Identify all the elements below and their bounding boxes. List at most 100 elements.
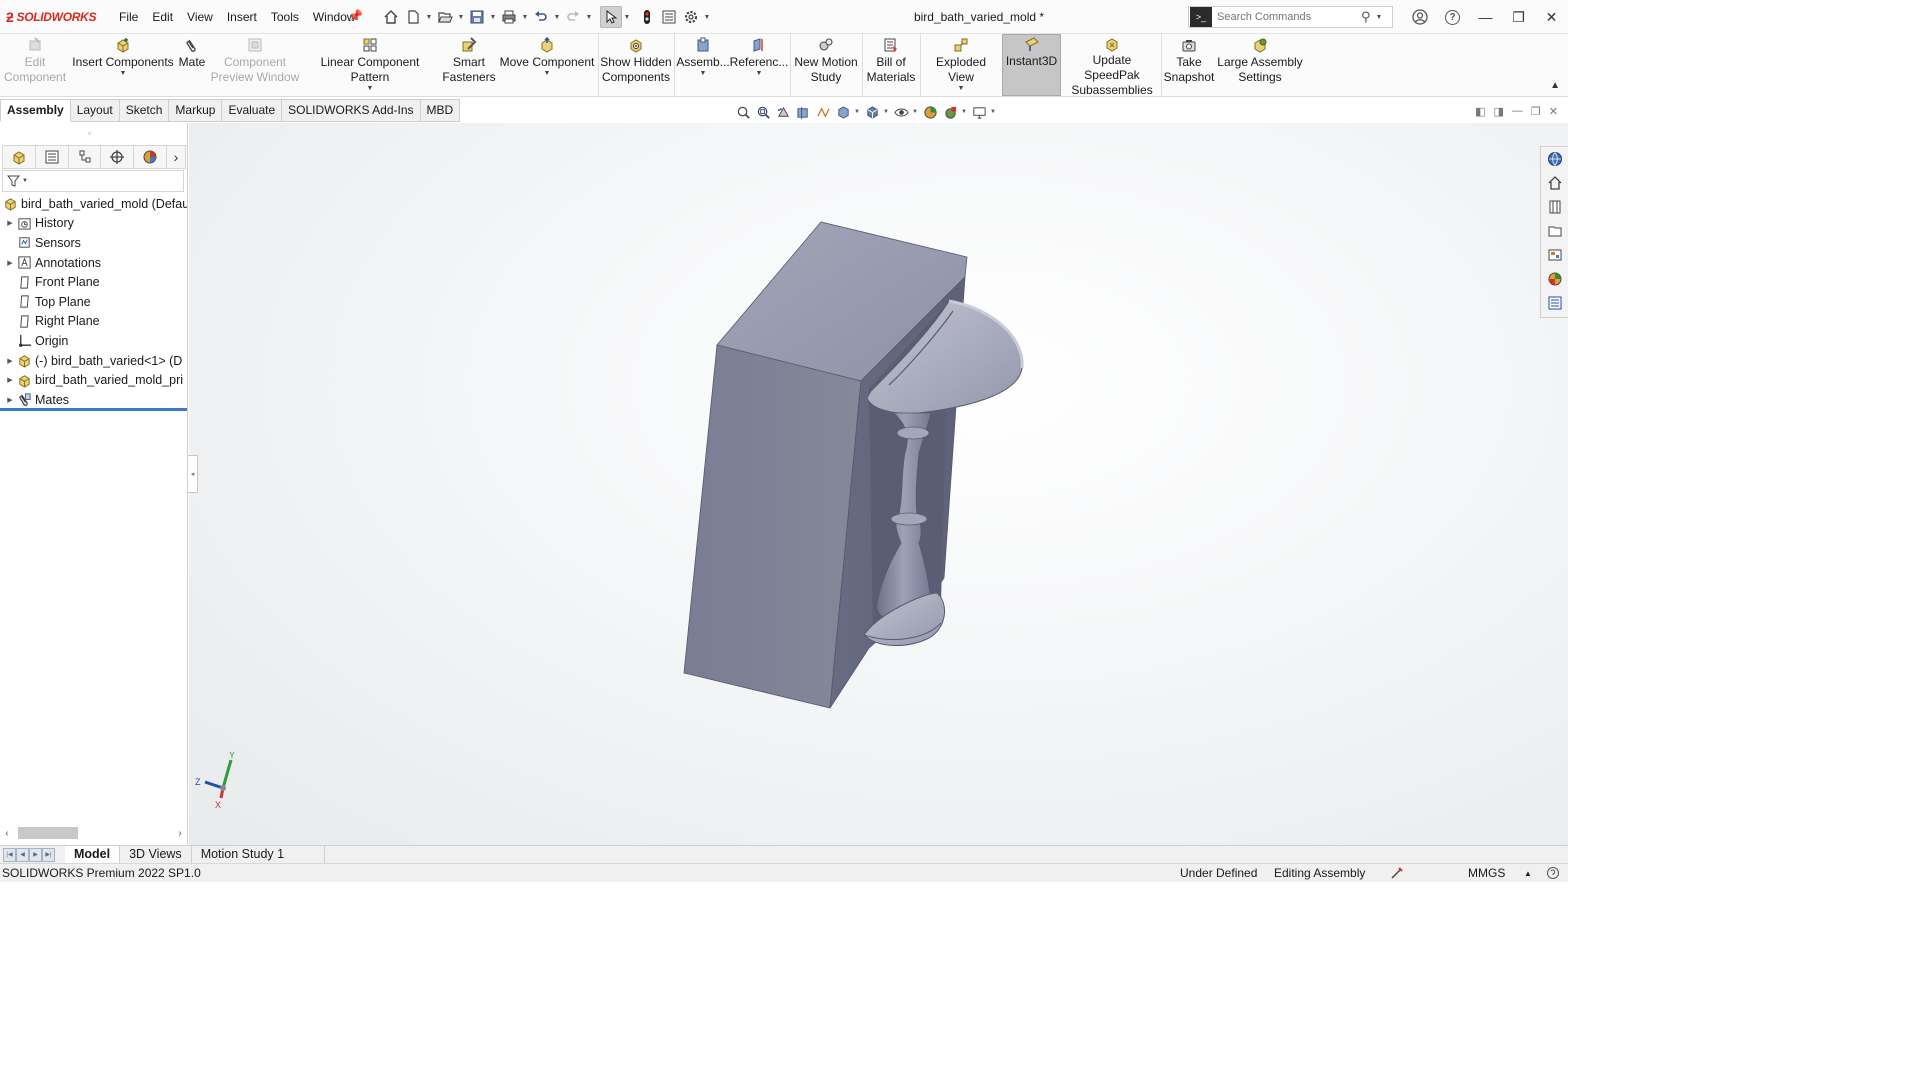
solidworks-resources-globe-icon[interactable] [1546,150,1564,168]
tree-rollback-bar[interactable] [0,408,187,411]
edit-appearance-icon[interactable] [921,103,939,121]
tab-assembly[interactable]: Assembly [0,99,71,122]
tree-item-mates[interactable]: ▶ Mates [0,390,187,410]
tab-motion-study-1[interactable]: Motion Study 1 [192,845,326,864]
view-orientation-icon[interactable] [834,103,852,121]
panel-grip-icon[interactable]: ◦ [88,128,91,138]
display-manager-tab-icon[interactable] [134,146,168,168]
apply-scene-icon[interactable] [941,103,959,121]
section-view-icon[interactable] [794,103,812,121]
collapse-ribbon-icon[interactable]: ▲ [1550,80,1560,91]
previous-view-icon[interactable] [774,103,792,121]
insert-components-button[interactable]: Insert Components ▼ [72,36,174,94]
view-settings-dropdown-icon[interactable]: ▼ [990,109,997,115]
appearances-scenes-icon[interactable] [1546,270,1564,288]
tab-solidworks-add-ins[interactable]: SOLIDWORKS Add-Ins [282,99,421,122]
custom-properties-icon[interactable] [1546,294,1564,312]
new-motion-study-button[interactable]: New Motion Study [792,36,860,94]
tab-3d-views[interactable]: 3D Views [120,845,192,864]
insert-components-dropdown-icon[interactable]: ▼ [120,70,127,78]
expand-arrow-icon[interactable]: ▶ [4,396,16,404]
apply-scene-dropdown-icon[interactable]: ▼ [961,109,968,115]
undo-icon[interactable] [530,6,552,28]
instant3d-button[interactable]: Instant3D [1002,34,1061,96]
restore-button[interactable]: ❐ [1502,5,1535,29]
hide-show-items-icon[interactable] [892,103,910,121]
new-document-icon[interactable] [402,6,424,28]
undo-dropdown-icon[interactable]: ▼ [552,14,562,21]
update-speedpak-button[interactable]: Update SpeedPak Subassemblies [1064,36,1160,97]
reference-geometry-dropdown-icon[interactable]: ▼ [756,70,763,78]
tab-layout[interactable]: Layout [70,99,120,122]
solidworks-logo[interactable]: ƻ SOLIDWORKS [6,8,96,26]
hide-show-dropdown-icon[interactable]: ▼ [912,109,919,115]
menu-insert[interactable]: Insert [220,9,264,25]
tree-item-annotations[interactable]: ▶ Annotations [0,253,187,273]
search-commands-input[interactable] [1217,11,1357,23]
options-gear-icon[interactable] [680,6,702,28]
expand-arrow-icon[interactable]: ▶ [4,219,16,227]
home-icon[interactable] [380,6,402,28]
save-dropdown-icon[interactable]: ▼ [488,14,498,21]
tab-mbd[interactable]: MBD [420,99,461,122]
more-tabs-chevron-icon[interactable]: › [167,146,185,168]
print-icon[interactable] [498,6,520,28]
assembly-features-button[interactable]: Assemb... ▼ [676,36,730,94]
exploded-view-dropdown-icon[interactable]: ▼ [958,85,965,93]
rebuild-status-icon[interactable] [1390,866,1404,883]
mate-button[interactable]: Mate [174,36,210,94]
linear-pattern-dropdown-icon[interactable]: ▼ [367,85,374,93]
reference-geometry-button[interactable]: Referenc... ▼ [730,36,788,94]
menu-edit[interactable]: Edit [145,9,180,25]
assembly-features-dropdown-icon[interactable]: ▼ [700,70,707,78]
menu-file[interactable]: File [112,9,145,25]
view-settings-monitor-icon[interactable] [970,103,988,121]
save-icon[interactable] [466,6,488,28]
move-component-button[interactable]: Move Component ▼ [498,36,596,94]
menu-view[interactable]: View [180,9,220,25]
split-view-alt-icon[interactable]: ◨ [1494,105,1504,118]
design-library-home-icon[interactable] [1546,174,1564,192]
filter-funnel-icon[interactable] [7,174,21,188]
tab-model[interactable]: Model [65,845,121,864]
mold-3d-model[interactable] [189,123,1568,845]
viewport-close-icon[interactable]: ✕ [1549,105,1558,118]
bill-of-materials-button[interactable]: Bill of Materials [864,36,918,94]
redo-dropdown-icon[interactable]: ▼ [584,14,594,21]
open-dropdown-icon[interactable]: ▼ [456,14,466,21]
scroll-left-icon[interactable]: ‹ [0,828,14,839]
smart-fasteners-button[interactable]: Smart Fasteners [440,36,498,94]
last-tab-icon[interactable]: ▶| [42,847,55,862]
configuration-manager-tab-icon[interactable] [69,146,102,168]
tree-item-history[interactable]: ▶ History [0,214,187,234]
expand-arrow-icon[interactable]: ▶ [4,376,16,384]
view-orientation-dropdown-icon[interactable]: ▼ [854,109,861,115]
panel-collapse-handle[interactable]: ◂ [188,455,198,493]
move-component-dropdown-icon[interactable]: ▼ [544,70,551,78]
help-icon[interactable]: ? [1436,5,1469,29]
feature-tree-filter[interactable]: ▼ [2,170,184,192]
pin-menu-icon[interactable]: 📌 [348,9,363,23]
select-arrow-icon[interactable] [600,6,622,28]
menu-tools[interactable]: Tools [264,9,306,25]
zoom-to-fit-icon[interactable] [734,103,752,121]
next-tab-icon[interactable]: ▶ [29,847,42,862]
graphics-area[interactable] [189,123,1568,845]
mold-front-face[interactable] [683,344,862,709]
take-snapshot-button[interactable]: Take Snapshot [1163,36,1215,94]
zoom-to-area-icon[interactable] [754,103,772,121]
show-hidden-components-button[interactable]: Show Hidden Components [600,36,672,94]
tab-sketch[interactable]: Sketch [119,99,170,122]
redo-icon[interactable] [562,6,584,28]
dimxpert-manager-tab-icon[interactable] [101,146,135,168]
feature-manager-tab-icon[interactable] [3,146,36,168]
viewport-minimize-icon[interactable]: — [1512,105,1523,118]
edit-component-button[interactable]: Edit Component [4,36,66,94]
select-dropdown-icon[interactable]: ▼ [622,14,632,21]
split-view-icon[interactable]: ◧ [1475,105,1485,118]
unit-system[interactable]: MMGS [1468,866,1505,880]
scroll-right-icon[interactable]: › [173,828,187,839]
tree-root-assembly[interactable]: bird_bath_varied_mold (Defau [0,194,187,214]
tree-item-bird-bath-part[interactable]: ▶ (-) bird_bath_varied<1> (D [0,351,187,371]
first-tab-icon[interactable]: |◀ [3,847,16,862]
